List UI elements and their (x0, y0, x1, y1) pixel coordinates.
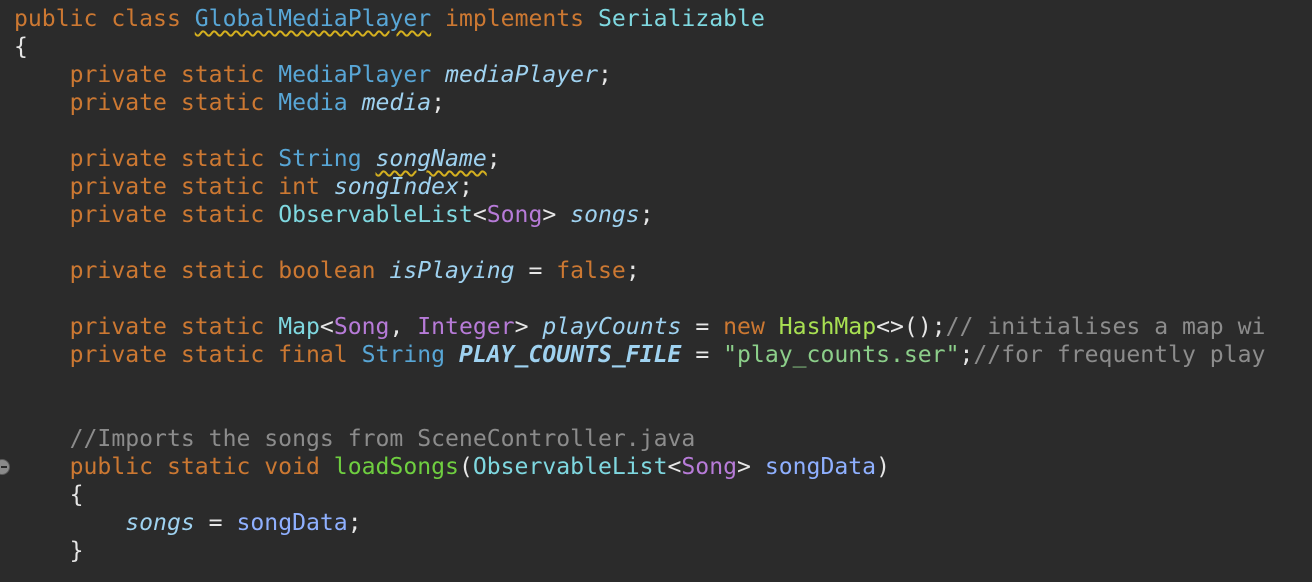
code-editor[interactable]: public class GlobalMediaPlayer implement… (0, 0, 1312, 582)
code-line-3: private static MediaPlayer mediaPlayer; (14, 61, 1265, 89)
angle-close: > (542, 202, 557, 228)
method-name: loadSongs (333, 454, 459, 480)
angle-close: > (514, 314, 529, 340)
modifiers: private static (69, 90, 265, 116)
code-line-4: private static Media media; (14, 89, 1265, 117)
modifiers: private static (69, 174, 265, 200)
field-name: songName (375, 146, 487, 172)
paren-close: ) (876, 454, 890, 480)
parameter-name: songData (764, 454, 877, 480)
code-line-13: private static final String PLAY_COUNTS_… (14, 341, 1266, 369)
code-line-2: { (14, 33, 1265, 61)
generic-type: Song (486, 202, 543, 228)
open-brace: { (14, 34, 28, 60)
new-keyword: new (723, 314, 765, 340)
code-line-17: public static void loadSongs(ObservableL… (14, 453, 1265, 481)
modifiers: private static (69, 258, 265, 284)
equals: = (695, 342, 710, 368)
type-name: int (278, 174, 320, 200)
semicolon: ; (431, 90, 446, 116)
override-method-icon[interactable] (0, 459, 10, 475)
semicolon: ; (959, 342, 974, 368)
type-name: ObservableList (472, 454, 668, 480)
paren-open: ( (458, 454, 473, 480)
angle-close: > (737, 454, 751, 480)
code-line-1: public class GlobalMediaPlayer implement… (14, 5, 1265, 33)
generic-type: Song (681, 454, 738, 480)
field-name: isPlaying (389, 258, 515, 284)
type-name: String (278, 146, 362, 172)
angle-open: < (472, 202, 487, 228)
comma: , (389, 314, 404, 340)
type-name: String (361, 342, 446, 368)
interface-name: Serializable (598, 6, 765, 32)
code-area[interactable]: public class GlobalMediaPlayer implement… (14, 5, 1265, 565)
open-brace: { (69, 482, 84, 508)
field-name: media (361, 90, 432, 116)
code-line-20: } (14, 537, 1265, 565)
code-line-6: private static String songName; (14, 145, 1265, 173)
constructor-name: HashMap (778, 314, 877, 340)
type-name: boolean (278, 258, 376, 284)
generic-type: Song (333, 314, 390, 340)
keyword: implements (445, 6, 585, 32)
code-line-19: songs = songData; (14, 509, 1265, 537)
close-brace: } (69, 538, 84, 564)
code-line-7: private static int songIndex; (14, 173, 1265, 201)
modifiers: private static (69, 314, 265, 340)
code-line-18: { (14, 481, 1265, 509)
semicolon: ; (625, 258, 640, 284)
type-name: ObservableList (278, 202, 473, 228)
code-line-16: //Imports the songs from SceneController… (14, 425, 1265, 453)
modifiers: public static void (69, 454, 320, 480)
type-name: Media (278, 90, 348, 116)
code-line-8: private static ObservableList<Song> song… (14, 201, 1265, 229)
inline-comment: // initialises a map wi (945, 314, 1266, 340)
type-name: Map (278, 314, 320, 340)
inline-comment: //for frequently play (973, 342, 1266, 368)
keyword: class (111, 6, 181, 32)
code-line-10: private static boolean isPlaying = false… (14, 257, 1265, 285)
equals: = (695, 314, 710, 340)
semicolon: ; (639, 202, 654, 228)
field-name: songs (570, 202, 640, 228)
type-name: MediaPlayer (278, 62, 432, 88)
modifiers: private static (69, 146, 265, 172)
semicolon: ; (486, 146, 501, 172)
modifiers: private static (69, 202, 265, 228)
code-line-12: private static Map<Song, Integer> playCo… (14, 313, 1266, 341)
angle-open: < (667, 454, 682, 480)
generic-type: Integer (417, 314, 515, 340)
semicolon: ; (347, 510, 362, 536)
field-name: songs (125, 510, 195, 536)
literal: false (556, 258, 626, 284)
string-literal: "play_counts.ser" (723, 342, 960, 368)
field-name: mediaPlayer (445, 62, 598, 88)
keyword: public (14, 6, 98, 32)
semicolon: ; (458, 174, 473, 200)
diamond-call: <>(); (876, 314, 946, 340)
angle-open: < (319, 314, 334, 340)
semicolon: ; (598, 62, 612, 88)
field-name: songIndex (333, 174, 459, 200)
modifiers: private static final (69, 342, 348, 368)
parameter-name: songData (236, 510, 348, 536)
equals: = (528, 258, 543, 284)
class-name: GlobalMediaPlayer (194, 6, 432, 32)
equals: = (208, 510, 223, 536)
modifiers: private static (69, 62, 265, 88)
line-comment: //Imports the songs from SceneController… (69, 426, 696, 452)
field-name: playCounts (542, 314, 682, 340)
constant-name: PLAY_COUNTS_FILE (458, 342, 682, 368)
